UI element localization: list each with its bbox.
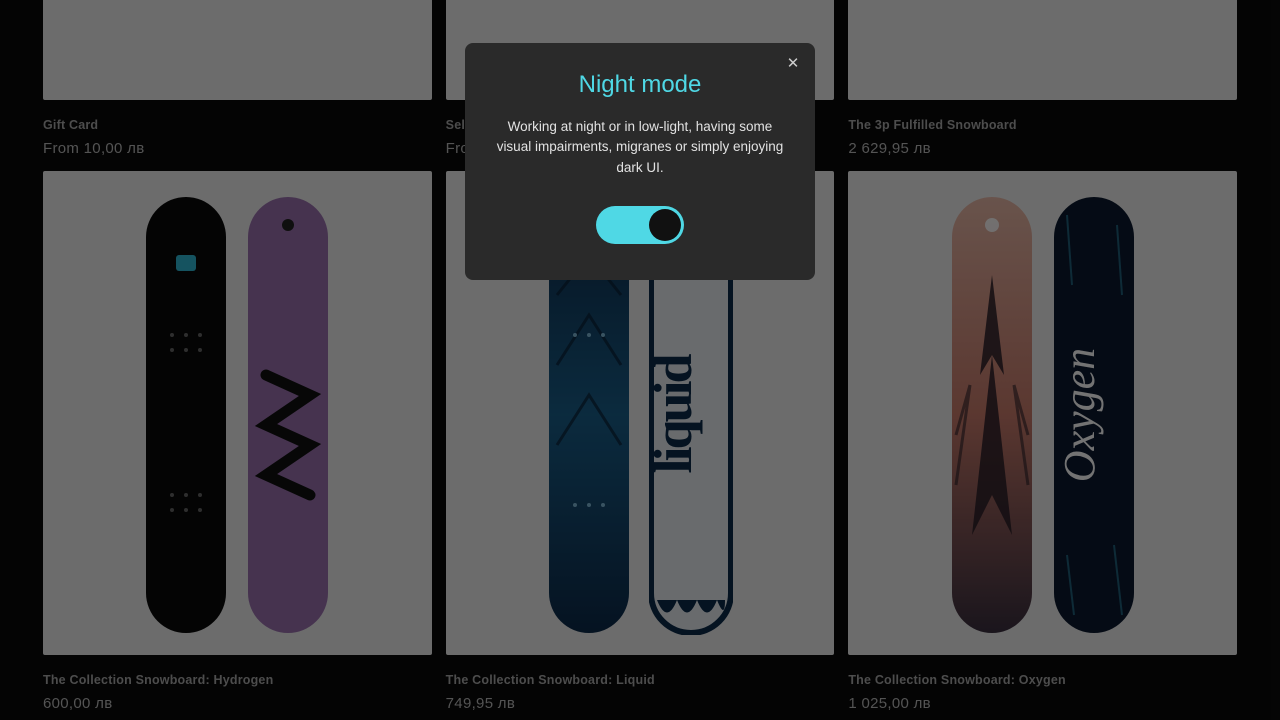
night-mode-toggle[interactable] [596, 206, 684, 244]
modal-body: Working at night or in low-light, having… [491, 117, 789, 178]
toggle-knob [649, 209, 681, 241]
modal-title: Night mode [491, 71, 789, 99]
modal-overlay[interactable]: ✕ Night mode Working at night or in low-… [0, 0, 1280, 720]
night-mode-modal: ✕ Night mode Working at night or in low-… [465, 43, 815, 280]
close-icon[interactable]: ✕ [783, 53, 803, 73]
